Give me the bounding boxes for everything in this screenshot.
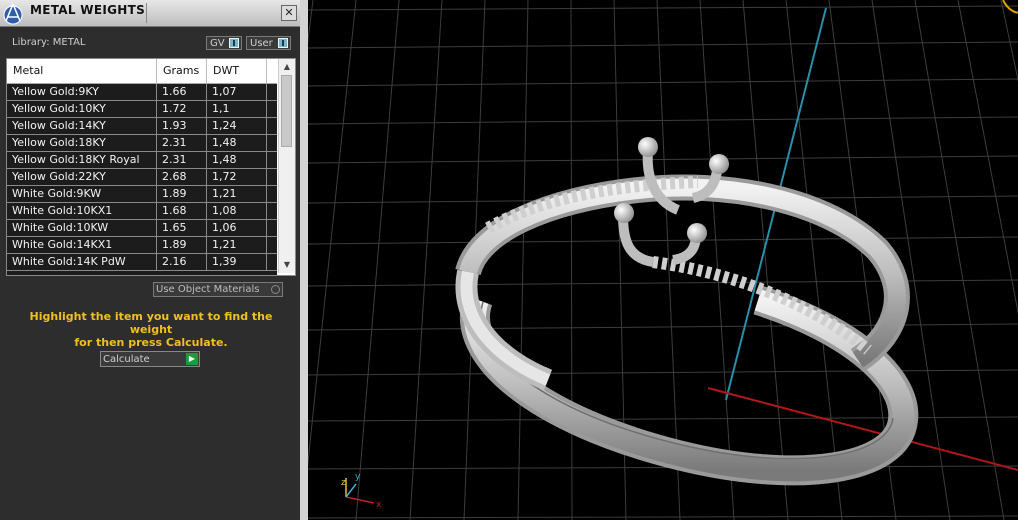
toggle-indicator-icon <box>278 38 288 48</box>
grams-cell: 2.31 <box>157 152 207 168</box>
empty-cell <box>267 118 277 134</box>
empty-cell <box>267 84 277 100</box>
metal-cell: Yellow Gold:14KY <box>7 118 157 134</box>
empty-cell <box>267 101 277 117</box>
library-label: Library: METAL <box>12 37 86 48</box>
radio-icon <box>271 285 280 294</box>
grams-cell: 1.72 <box>157 101 207 117</box>
dwt-cell: 1,21 <box>207 237 267 253</box>
table-row[interactable]: Yellow Gold:18KY 2.31 1,48 <box>7 135 277 152</box>
empty-cell <box>267 186 277 202</box>
calculate-go-icon[interactable]: ▶ <box>186 353 198 365</box>
app-logo-icon <box>3 3 23 25</box>
empty-cell <box>267 152 277 168</box>
dwt-cell: 1,72 <box>207 169 267 185</box>
calculate-button[interactable]: Calculate ▶ <box>100 351 200 367</box>
dwt-cell: 1,48 <box>207 135 267 151</box>
calculate-label: Calculate <box>103 354 150 365</box>
close-icon[interactable]: ✕ <box>281 5 297 21</box>
3d-viewport[interactable]: y x z <box>308 0 1018 520</box>
user-toggle-label: User <box>250 38 273 49</box>
use-object-materials-toggle[interactable]: Use Object Materials <box>153 282 283 297</box>
dwt-cell: 1,24 <box>207 118 267 134</box>
empty-cell <box>267 220 277 236</box>
table-row[interactable]: White Gold:10KX1 1.68 1,08 <box>7 203 277 220</box>
grams-cell: 1.68 <box>157 203 207 219</box>
title-divider <box>146 3 147 23</box>
metal-cell: Yellow Gold:18KY <box>7 135 157 151</box>
metal-cell: White Gold:10KX1 <box>7 203 157 219</box>
metal-cell: White Gold:14KX1 <box>7 237 157 253</box>
empty-cell <box>267 203 277 219</box>
metal-cell: Yellow Gold:10KY <box>7 101 157 117</box>
metal-cell: Yellow Gold:22KY <box>7 169 157 185</box>
scroll-down-icon[interactable]: ▼ <box>282 260 292 270</box>
scroll-thumb[interactable] <box>281 75 292 147</box>
grams-cell: 1.93 <box>157 118 207 134</box>
panel-splitter[interactable] <box>300 0 308 520</box>
instruction-line-2: for then press Calculate. <box>74 336 228 349</box>
dwt-cell: 1,08 <box>207 203 267 219</box>
gv-toggle-label: GV <box>210 38 225 49</box>
dwt-cell: 1,06 <box>207 220 267 236</box>
ring-model[interactable] <box>455 137 919 486</box>
empty-cell <box>267 169 277 185</box>
table-row[interactable]: Yellow Gold:9KY 1.66 1,07 <box>7 84 277 101</box>
table-scrollbar[interactable]: ▲ ▼ <box>278 59 295 273</box>
column-header-dwt[interactable]: DWT <box>207 59 267 83</box>
metal-cell: Yellow Gold:9KY <box>7 84 157 100</box>
table-row[interactable]: White Gold:10KW 1.65 1,06 <box>7 220 277 237</box>
axis-label-y: y <box>355 472 361 482</box>
metal-cell: White Gold:10KW <box>7 220 157 236</box>
table-row[interactable]: Yellow Gold:22KY 2.68 1,72 <box>7 169 277 186</box>
gv-toggle[interactable]: GV <box>206 36 242 50</box>
use-object-materials-label: Use Object Materials <box>156 284 260 295</box>
viewport-canvas: y x z <box>308 0 1018 520</box>
grams-cell: 1.89 <box>157 237 207 253</box>
table-row[interactable]: White Gold:14K PdW 2.16 1,39 <box>7 254 277 271</box>
table-row[interactable]: White Gold:9KW 1.89 1,21 <box>7 186 277 203</box>
instruction-text: Highlight the item you want to find the … <box>10 310 292 349</box>
grams-cell: 1.65 <box>157 220 207 236</box>
dwt-cell: 1,1 <box>207 101 267 117</box>
grams-cell: 1.66 <box>157 84 207 100</box>
empty-cell <box>267 135 277 151</box>
table-row[interactable]: Yellow Gold:14KY 1.93 1,24 <box>7 118 277 135</box>
instruction-line-1: Highlight the item you want to find the … <box>29 310 273 336</box>
dwt-cell: 1,07 <box>207 84 267 100</box>
metal-cell: White Gold:9KW <box>7 186 157 202</box>
user-toggle[interactable]: User <box>246 36 291 50</box>
column-header-grams[interactable]: Grams <box>157 59 207 83</box>
grams-cell: 2.31 <box>157 135 207 151</box>
panel-titlebar[interactable]: METAL WEIGHTS ✕ <box>0 0 300 27</box>
metal-table[interactable]: Metal Grams DWT Yellow Gold:9KY 1.66 1,07 … <box>6 58 296 276</box>
table-row[interactable]: Yellow Gold:10KY 1.72 1,1 <box>7 101 277 118</box>
empty-cell <box>267 254 277 270</box>
panel-title: METAL WEIGHTS <box>30 3 146 17</box>
column-header-metal[interactable]: Metal <box>7 59 157 83</box>
axis-label-x: x <box>376 500 382 510</box>
grams-cell: 1.89 <box>157 186 207 202</box>
toggle-indicator-icon <box>229 38 239 48</box>
metal-cell: Yellow Gold:18KY Royal <box>7 152 157 168</box>
grams-cell: 2.68 <box>157 169 207 185</box>
axis-label-z: z <box>341 478 346 488</box>
grams-cell: 2.16 <box>157 254 207 270</box>
table-header: Metal Grams DWT <box>7 59 277 84</box>
table-row[interactable]: Yellow Gold:18KY Royal 2.31 1,48 <box>7 152 277 169</box>
metal-cell: White Gold:14K PdW <box>7 254 157 270</box>
axis-triad-icon: y x z <box>341 472 382 510</box>
empty-cell <box>267 237 277 253</box>
table-row[interactable]: White Gold:14KX1 1.89 1,21 <box>7 237 277 254</box>
table-row-partial <box>7 271 277 275</box>
dwt-cell: 1,48 <box>207 152 267 168</box>
scroll-up-icon[interactable]: ▲ <box>282 62 292 72</box>
metal-weights-panel: METAL WEIGHTS ✕ Library: METAL GV User M… <box>0 0 300 520</box>
dwt-cell: 1,21 <box>207 186 267 202</box>
dwt-cell: 1,39 <box>207 254 267 270</box>
table-body: Yellow Gold:9KY 1.66 1,07 Yellow Gold:10KY… <box>7 84 277 275</box>
